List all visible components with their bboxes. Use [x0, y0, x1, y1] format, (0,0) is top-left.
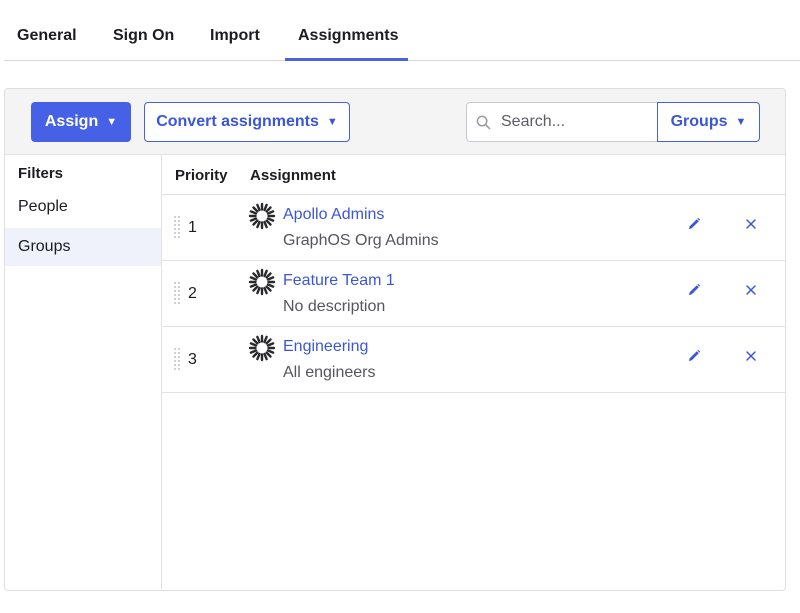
caret-down-icon: ▼ — [735, 115, 747, 128]
filter-item-label: People — [18, 198, 68, 215]
edit-button[interactable] — [684, 280, 704, 300]
drag-handle-icon[interactable] — [173, 215, 181, 239]
table-row: 1 Apollo Admins GraphOS Org Admins — [162, 195, 785, 261]
group-icon — [248, 334, 276, 362]
filters-sidebar: Filters People Groups — [5, 155, 162, 590]
tab-general[interactable]: General — [17, 27, 77, 45]
group-name-link[interactable]: Feature Team 1 — [283, 272, 395, 290]
filter-item-label: Groups — [18, 238, 71, 255]
group-description: All engineers — [283, 364, 376, 381]
group-description: No description — [283, 298, 386, 315]
tab-bar: General Sign On Import Assignments — [0, 0, 800, 62]
search-input[interactable] — [501, 103, 651, 141]
close-icon — [746, 351, 756, 361]
row-priority: 2 — [188, 285, 197, 302]
groups-select-label: Groups — [670, 113, 728, 130]
filter-item-groups[interactable]: Groups — [5, 228, 161, 266]
group-name-link[interactable]: Engineering — [283, 338, 368, 356]
active-tab-indicator — [285, 58, 408, 61]
group-icon — [248, 202, 276, 230]
column-header-assignment: Assignment — [250, 167, 336, 184]
row-priority: 3 — [188, 351, 197, 368]
remove-button[interactable] — [741, 214, 761, 234]
tab-import[interactable]: Import — [210, 27, 260, 45]
pencil-icon — [689, 217, 701, 229]
caret-down-icon: ▼ — [106, 115, 118, 128]
toolbar: Assign ▼ Convert assignments ▼ Groups ▼ — [5, 89, 785, 155]
search-icon — [476, 115, 491, 130]
remove-button[interactable] — [741, 280, 761, 300]
assignments-table: Priority Assignment 1 Apollo Admins Grap… — [162, 155, 785, 590]
table-header: Priority Assignment — [162, 155, 785, 195]
tab-sign-on[interactable]: Sign On — [113, 27, 174, 45]
convert-assignments-button[interactable]: Convert assignments ▼ — [144, 102, 350, 142]
group-icon — [248, 268, 276, 296]
close-icon — [746, 285, 756, 295]
table-row: 3 Engineering All engineers — [162, 327, 785, 393]
column-header-priority: Priority — [175, 167, 228, 184]
assign-button-label: Assign — [44, 113, 99, 130]
group-description: GraphOS Org Admins — [283, 232, 439, 249]
pencil-icon — [689, 283, 701, 295]
drag-handle-icon[interactable] — [173, 281, 181, 305]
remove-button[interactable] — [741, 346, 761, 366]
filters-title: Filters — [18, 165, 64, 182]
groups-filter-select[interactable]: Groups ▼ — [657, 102, 760, 142]
edit-button[interactable] — [684, 346, 704, 366]
tab-assignments[interactable]: Assignments — [298, 27, 398, 45]
row-priority: 1 — [188, 219, 197, 236]
table-row: 2 Feature Team 1 No description — [162, 261, 785, 327]
drag-handle-icon[interactable] — [173, 347, 181, 371]
group-name-link[interactable]: Apollo Admins — [283, 206, 384, 224]
convert-assignments-label: Convert assignments — [156, 113, 319, 130]
pencil-icon — [689, 349, 701, 361]
assignments-panel: Assign ▼ Convert assignments ▼ Groups ▼ … — [4, 88, 786, 591]
assign-button[interactable]: Assign ▼ — [31, 102, 131, 142]
caret-down-icon: ▼ — [326, 115, 338, 128]
edit-button[interactable] — [684, 214, 704, 234]
filter-item-people[interactable]: People — [5, 188, 161, 226]
search-box — [466, 102, 658, 142]
close-icon — [746, 219, 756, 229]
